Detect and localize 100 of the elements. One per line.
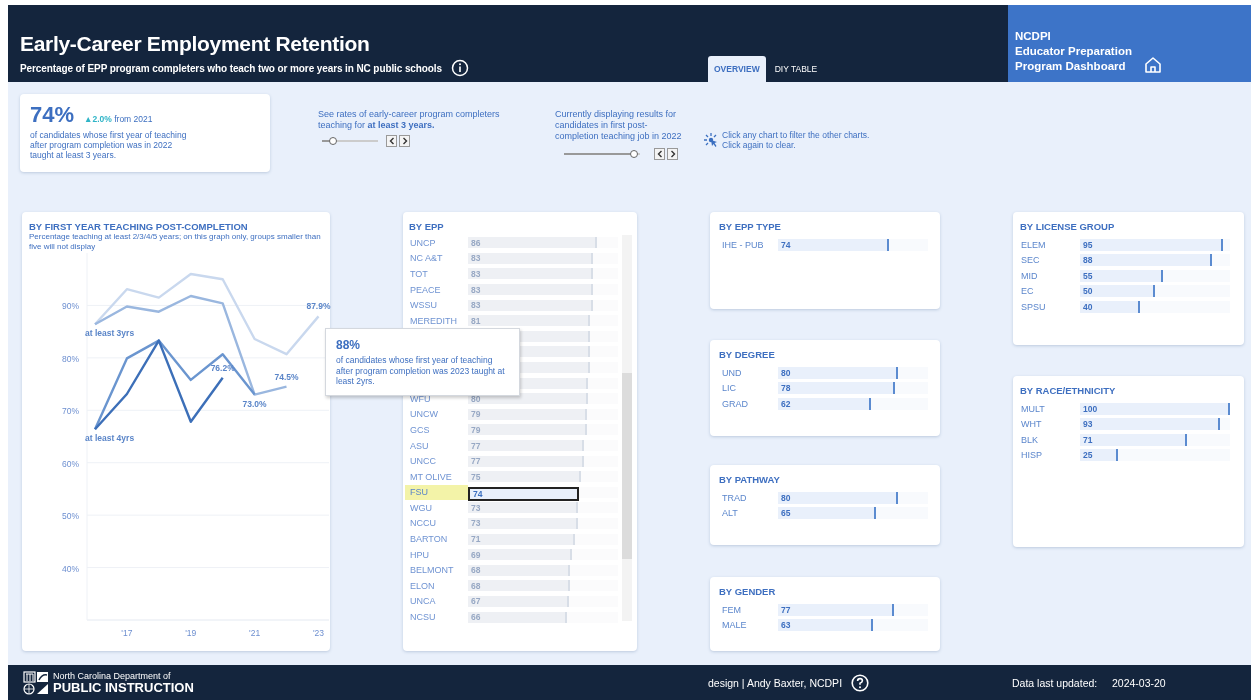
bar[interactable]: 88 [1080,254,1212,267]
bar-value: 80 [780,367,791,378]
row-label[interactable]: IHE - PUB [722,239,778,250]
bar[interactable]: 68 [468,564,570,576]
row-label[interactable]: MID [1021,270,1080,281]
bar[interactable]: 62 [778,397,871,410]
row-label[interactable]: UNCP [409,237,468,248]
summary-value: 74% [30,102,75,128]
bar[interactable]: 80 [778,491,898,504]
row-label[interactable]: FEM [722,604,778,615]
axis-tick-label: 80% [62,353,79,364]
row-label[interactable]: MT OLIVE [409,471,468,482]
bar[interactable]: 73 [468,502,578,514]
bar[interactable]: 63 [778,619,873,632]
chevron-left-icon [387,136,396,146]
bar[interactable]: 69 [468,549,572,561]
row-label[interactable]: NCSU [409,612,468,623]
row-label[interactable]: NC A&T [409,253,468,264]
bar[interactable]: 81 [468,315,590,327]
bar[interactable]: 83 [468,268,593,280]
bar[interactable]: 79 [468,424,587,436]
bar[interactable]: 67 [468,595,569,607]
row-label[interactable]: MEREDITH [409,315,468,326]
row-label[interactable]: BELMONT [409,565,468,576]
row-label[interactable]: ASU [409,440,468,451]
row-label[interactable]: ELON [409,580,468,591]
bar[interactable]: 68 [468,580,570,592]
card-title: BY DEGREE [719,349,776,360]
bar[interactable]: 83 [468,252,593,264]
bar[interactable]: 73 [468,518,578,529]
bar[interactable]: 79 [468,408,587,420]
row-label[interactable]: WHT [1021,419,1080,430]
row-label[interactable]: NCCU [409,518,468,529]
bar[interactable]: 65 [778,507,876,520]
tab[interactable]: OVERVIEW [708,56,766,82]
row-label[interactable]: SPSU [1021,301,1080,312]
bar[interactable]: 100 [1080,402,1230,415]
row-label[interactable]: UNCA [409,596,468,607]
row-label[interactable]: EC [1021,286,1080,297]
change-text: ▲2.0% from 2021 [84,114,153,124]
bar[interactable]: 77 [468,455,584,467]
row-label[interactable]: ALT [722,508,778,519]
next-button[interactable] [667,148,678,160]
bar-value: 63 [780,620,791,631]
bar[interactable]: 78 [778,382,895,395]
bar-value: 93 [1082,419,1093,430]
row-label[interactable]: HISP [1021,450,1080,461]
row-label[interactable]: HPU [409,549,468,560]
row-label[interactable]: MALE [722,620,778,631]
bar[interactable]: 40 [1080,300,1140,313]
row-label[interactable]: GRAD [722,398,778,409]
bar[interactable]: 80 [778,366,898,379]
next-button[interactable] [399,135,410,147]
previous-button[interactable] [654,148,665,160]
bar[interactable]: 93 [1080,418,1220,431]
bar[interactable]: 75 [468,471,581,483]
row-label[interactable]: WGU [409,502,468,513]
bar[interactable]: 71 [468,533,575,545]
help-icon[interactable] [851,673,870,692]
row-label[interactable]: PEACE [409,284,468,295]
row-label[interactable]: BLK [1021,434,1080,445]
bar[interactable]: 55 [1080,269,1163,282]
row-label[interactable]: UND [722,367,778,378]
tab[interactable]: DIY TABLE [768,56,824,82]
bar[interactable]: 77 [778,603,894,616]
bar-value: 83 [470,300,481,311]
row-label[interactable]: TOT [409,269,468,279]
scrollbar-thumb[interactable] [622,373,632,559]
hint-text: Click any chart to filter the other charts. Click again to clear. [722,130,871,150]
bar[interactable]: 25 [1080,449,1118,462]
bar[interactable]: 83 [468,299,593,311]
bar[interactable]: 95 [1080,238,1223,251]
row-label[interactable]: WSSU [409,300,468,311]
card-title: BY EPP [409,221,445,232]
row-label[interactable]: UNCC [409,456,468,467]
click-icon [703,132,719,148]
axis-tick-label: '21 [249,628,261,638]
bar[interactable]: 74 [778,238,889,251]
home-icon[interactable] [1143,56,1162,74]
row-label[interactable]: UNCW [409,409,468,420]
bar[interactable]: 86 [468,237,597,249]
bar[interactable]: 83 [468,284,593,296]
bar-value: 88 [1082,255,1093,266]
bar[interactable]: 74 [468,486,579,501]
info-icon[interactable] [451,59,469,77]
row-label[interactable]: MULT [1021,403,1080,414]
row-label[interactable]: TRAD [722,492,778,503]
row-label[interactable]: GCS [409,424,468,435]
bar-value: 83 [470,269,481,279]
row-label[interactable]: FSU [405,484,468,500]
row-label[interactable]: WFU [409,393,468,404]
previous-button[interactable] [386,135,397,147]
bar[interactable]: 71 [1080,433,1187,446]
bar[interactable]: 50 [1080,285,1155,298]
row-label[interactable]: LIC [722,383,778,394]
bar[interactable]: 77 [468,440,584,451]
row-label[interactable]: ELEM [1021,239,1080,250]
row-label[interactable]: SEC [1021,255,1080,266]
row-label[interactable]: BARTON [409,534,468,545]
bar[interactable]: 66 [468,611,567,623]
